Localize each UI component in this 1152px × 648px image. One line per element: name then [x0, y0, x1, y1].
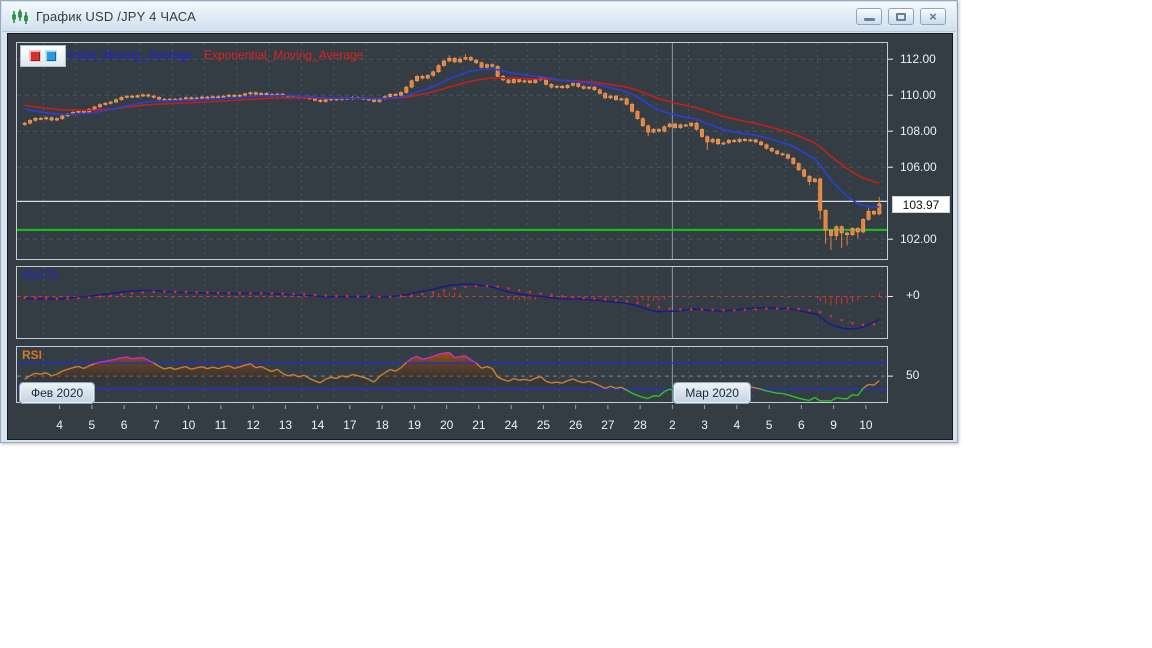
date-label: 24 [504, 418, 518, 432]
date-label: 10 [859, 418, 873, 432]
rsi-mid-axis-label: 50 [906, 368, 920, 383]
date-label: 13 [279, 418, 293, 432]
ema-red-swatch-button[interactable] [29, 50, 41, 62]
minimize-button[interactable] [856, 8, 882, 25]
close-button[interactable]: × [920, 8, 946, 25]
window-title: График USD /JPY 4 ЧАСА [36, 9, 196, 24]
macd-zero-axis-label: +0 [906, 288, 920, 303]
date-label: 4 [56, 418, 63, 432]
date-label: 21 [472, 418, 486, 432]
price-tick-label: 112.00 [900, 52, 936, 66]
price-tick-label: 110.00 [900, 88, 936, 102]
price-panel [16, 42, 888, 260]
minimize-icon [863, 18, 875, 21]
legend-box [20, 45, 66, 67]
title-bar[interactable]: График USD /JPY 4 ЧАСА × [2, 2, 956, 32]
rsi-panel [16, 346, 888, 403]
date-label: 6 [798, 418, 805, 432]
price-tick-label: 106.00 [900, 160, 937, 174]
date-label: 10 [182, 418, 196, 432]
date-label: 20 [440, 418, 454, 432]
date-label: 28 [633, 418, 647, 432]
date-label: 4 [734, 418, 741, 432]
current-price-label: 103.97 [892, 195, 950, 213]
date-label: 26 [569, 418, 583, 432]
price-tick-label: 108.00 [900, 124, 937, 138]
restore-icon [896, 12, 906, 21]
date-label: 19 [408, 418, 422, 432]
date-label: 2 [669, 418, 676, 432]
date-label: 7 [153, 418, 160, 432]
month-label-mar: Мар 2020 [673, 382, 751, 404]
rsi-indicator-label: RSI [22, 348, 43, 362]
date-label: 6 [121, 418, 128, 432]
date-label: 5 [89, 418, 96, 432]
ema-blue-swatch-button[interactable] [45, 50, 57, 62]
macd-panel [16, 266, 888, 339]
close-icon: × [929, 9, 937, 24]
macd-indicator-label: MACD [22, 268, 58, 282]
date-label: 3 [701, 418, 708, 432]
month-label-feb: Фев 2020 [18, 382, 96, 404]
ema-fast-legend-label: ential_Moving_Average [67, 48, 193, 62]
price-tick-label: 102.00 [900, 232, 937, 246]
restore-button[interactable] [888, 8, 914, 25]
date-label: 17 [343, 418, 357, 432]
date-label: 27 [601, 418, 615, 432]
ema-slow-legend-label: Exponential_Moving_Average [204, 48, 364, 62]
date-label: 9 [830, 418, 837, 432]
date-label: 18 [375, 418, 389, 432]
date-label: 14 [311, 418, 325, 432]
date-axis: 4 5 6 7 10 11 12 13 14 17 18 19 20 21 24 25 26 27 28 2 3 4 5 6 9… [56, 405, 873, 432]
date-label: 5 [766, 418, 773, 432]
date-label: 11 [215, 418, 228, 432]
date-label: 25 [537, 418, 551, 432]
chart-client-area: 112.00 110.00 108.00 106.00 102.00 4 5 6 7 10 11 12… [7, 33, 953, 440]
date-label: 12 [246, 418, 260, 432]
candlestick-chart-icon [10, 7, 30, 26]
chart-window: График USD /JPY 4 ЧАСА × 112.00 110.00 108… [0, 0, 958, 443]
